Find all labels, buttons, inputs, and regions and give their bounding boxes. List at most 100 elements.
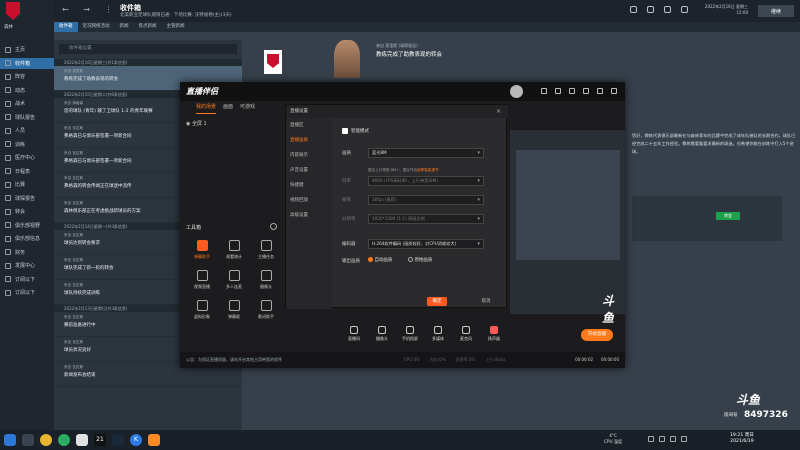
back-forward-icon[interactable]: ← → ⋮ <box>62 5 119 14</box>
settings-menu-item[interactable]: 声音设置 <box>286 163 332 178</box>
bell-icon[interactable] <box>569 88 575 94</box>
k-app-icon[interactable]: K <box>130 434 142 446</box>
scene-item[interactable]: ◉ 全屏 1 <box>186 120 207 127</box>
settings-menu-item[interactable]: 视频回放 <box>286 193 332 208</box>
sidebar-item[interactable]: 订阅以下 <box>0 287 54 298</box>
fm-tab[interactable]: 收件箱 <box>54 22 78 32</box>
sidebar-item[interactable]: 主页 <box>0 44 54 55</box>
sidebar-item[interactable]: 财务 <box>0 247 54 258</box>
sidebar-item[interactable]: 发展中心 <box>0 260 54 271</box>
tool-item[interactable]: 歌词助手 <box>250 300 282 326</box>
chrome-icon[interactable] <box>40 434 52 446</box>
ime-icon[interactable] <box>681 436 687 442</box>
tool-item[interactable]: 弹幕姬 <box>218 300 250 326</box>
refresh-icon[interactable] <box>664 6 671 13</box>
person-icon[interactable] <box>647 6 654 13</box>
sidebar-item[interactable]: 阵容 <box>0 71 54 82</box>
menu-icon[interactable] <box>583 88 589 94</box>
start-live-button[interactable]: 开始直播 <box>581 329 613 341</box>
sidebar-item[interactable]: 战术 <box>0 98 54 109</box>
share-icon[interactable] <box>541 88 547 94</box>
settings-menu-item[interactable]: 高级设置 <box>286 208 332 223</box>
football-manager-icon[interactable] <box>76 434 88 446</box>
message-action-button[interactable]: 转会 <box>716 212 740 220</box>
hint-link[interactable]: 帧率智能调节 <box>417 168 439 172</box>
tool-item[interactable]: 主播任务 <box>250 240 282 266</box>
ok-button[interactable]: 确定 <box>427 297 447 306</box>
sidebar-item[interactable]: 俱乐部信息 <box>0 233 54 244</box>
clock-icon[interactable] <box>270 223 277 230</box>
fm-tab[interactable]: 主管新闻 <box>162 22 190 32</box>
sidebar-item[interactable]: 训练 <box>0 139 54 150</box>
toolbar-item[interactable]: 直播间 <box>340 326 368 342</box>
settings-menu-item[interactable]: 直播区 <box>286 118 332 133</box>
app-21-icon[interactable]: 21 <box>94 434 106 446</box>
toolbar-item[interactable]: 手机投屏 <box>396 326 424 342</box>
checkbox-icon[interactable] <box>342 128 348 134</box>
live-companion-icon[interactable] <box>148 434 160 446</box>
live-tab[interactable]: 我的场景 <box>196 101 217 114</box>
sidebar-item[interactable]: 球队报告 <box>0 112 54 123</box>
settings-menu-item[interactable]: 直播画质 <box>286 133 332 148</box>
radio-off-icon[interactable] <box>408 257 413 262</box>
sidebar-item[interactable]: 俱乐部视野 <box>0 220 54 231</box>
search-icon[interactable] <box>22 434 34 446</box>
rocket-icon[interactable] <box>630 6 637 13</box>
live-tab[interactable]: 画面 <box>223 101 233 114</box>
toolbar-item[interactable]: 扬声器 <box>480 326 508 342</box>
live-tab[interactable]: 可游戏 <box>240 101 255 114</box>
tray-weather[interactable]: 4°C CPU 温度 <box>604 433 622 445</box>
chevron-up-icon[interactable] <box>648 436 654 442</box>
smart-mode-checkbox[interactable]: 智能模式 <box>342 128 369 134</box>
toolbar-item[interactable]: 多媒体 <box>424 326 452 342</box>
settings-select[interactable]: H.264软件编码 (画质较好，对CPU消耗较大) <box>368 239 484 249</box>
tool-item[interactable]: 多人连麦 <box>218 270 250 296</box>
tool-item[interactable]: 观看统计 <box>218 240 250 266</box>
volume-icon[interactable] <box>670 436 676 442</box>
club-badge-icon[interactable] <box>6 2 20 20</box>
windows-start-icon[interactable] <box>4 434 16 446</box>
settings-menu-item[interactable]: 快捷键 <box>286 178 332 193</box>
fm-tab[interactable]: 焦点新闻 <box>134 22 162 32</box>
sidebar-item-icon <box>5 181 11 188</box>
close-icon[interactable]: × <box>496 105 501 118</box>
inbox-search[interactable]: 收件箱设置 <box>59 44 237 54</box>
sidebar-item[interactable]: 收件箱 <box>0 57 54 69</box>
minimize-icon[interactable] <box>597 88 603 94</box>
sidebar-item[interactable]: 人员 <box>0 125 54 136</box>
toolbar-item[interactable]: 摄像头 <box>368 326 396 342</box>
sidebar-item[interactable]: 日程表 <box>0 166 54 177</box>
cancel-button[interactable]: 取消 <box>476 297 496 306</box>
settings-select[interactable]: 蓝光8M <box>368 148 484 158</box>
steam-icon[interactable] <box>112 434 124 446</box>
tool-item[interactable]: 视频直播 <box>186 270 218 296</box>
tool-item[interactable]: 摄像头 <box>250 270 282 296</box>
fm-tab[interactable]: 近况网络活动 <box>78 22 115 32</box>
radio-source[interactable]: 原始画质 <box>408 257 432 263</box>
network-icon[interactable] <box>659 436 665 442</box>
settings-menu-item[interactable]: 内容展示 <box>286 148 332 163</box>
continue-button[interactable]: 继续 <box>758 5 794 17</box>
radio-auto[interactable]: 自动画质 <box>368 257 392 263</box>
tray-clock[interactable]: 19:21 周日 2021/6/19 <box>730 433 754 445</box>
live-titlebar: 直播伴侣 <box>180 82 625 101</box>
avatar[interactable] <box>510 85 523 98</box>
tool-item[interactable]: 弹幕助手 <box>186 240 218 266</box>
wechat-icon[interactable] <box>58 434 70 446</box>
tray-icons <box>648 436 687 442</box>
toolbar-item[interactable]: 麦克风 <box>452 326 480 342</box>
sidebar-item[interactable]: 订阅以下 <box>0 274 54 285</box>
radio-on-icon[interactable] <box>368 257 373 262</box>
tool-item[interactable]: 虚拟形象 <box>186 300 218 326</box>
close-icon[interactable] <box>611 88 617 94</box>
sidebar-item[interactable]: 比赛 <box>0 179 54 190</box>
help-icon[interactable] <box>681 6 688 13</box>
sidebar-item[interactable]: 动态 <box>0 85 54 96</box>
sidebar-item[interactable]: 球探报告 <box>0 193 54 204</box>
mail-icon[interactable] <box>555 88 561 94</box>
fm-tab[interactable]: 新闻 <box>115 22 134 32</box>
message-subject: 教练完成了助教表现的转会 <box>376 52 443 58</box>
toolbar-icon <box>350 326 358 334</box>
sidebar-item[interactable]: 转会 <box>0 206 54 217</box>
sidebar-item[interactable]: 医疗中心 <box>0 152 54 163</box>
